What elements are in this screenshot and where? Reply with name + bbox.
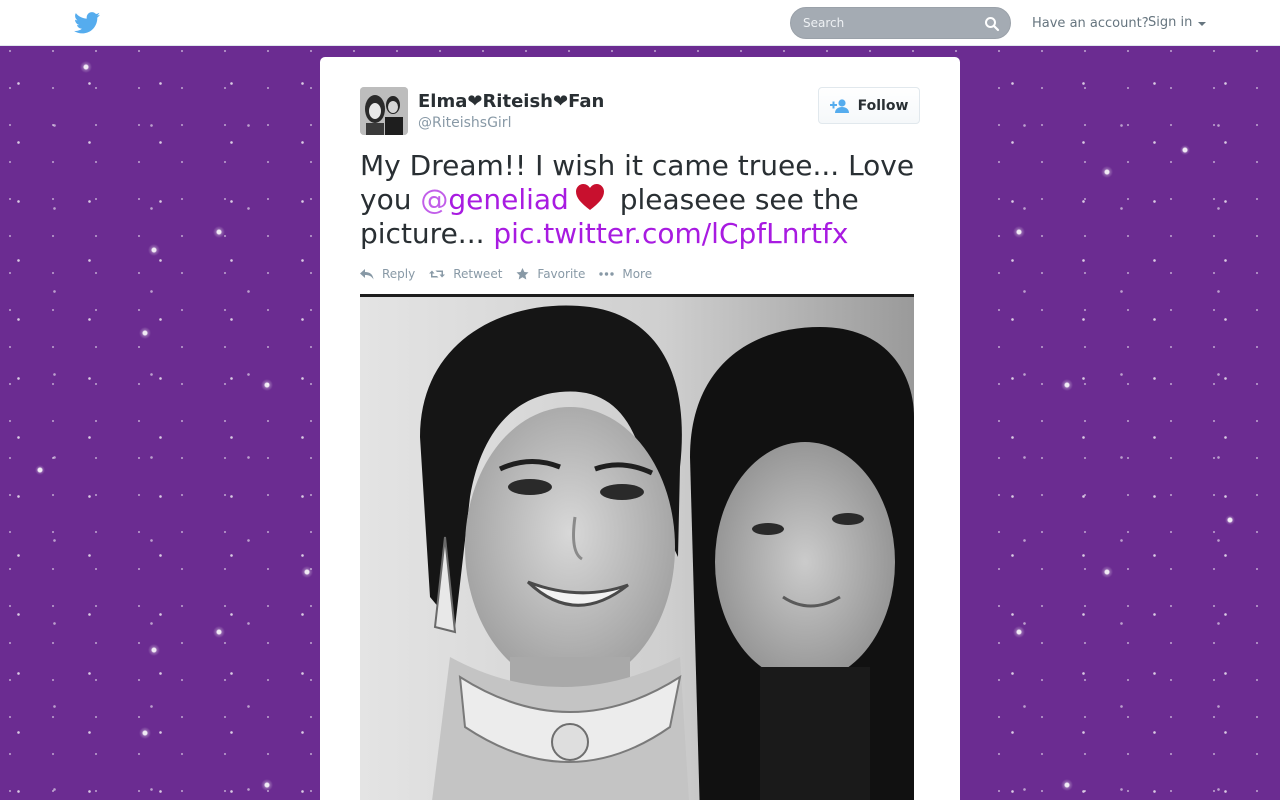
star-icon [516, 268, 529, 280]
more-label: More [622, 267, 653, 281]
mention-link[interactable]: @geneliad [420, 183, 568, 216]
tweet-text: My Dream!! I wish it came truee... Love … [360, 149, 930, 251]
twitter-bird-icon[interactable] [74, 12, 100, 34]
mention-at: @ [420, 183, 449, 216]
tweet-photo[interactable] [360, 294, 914, 800]
retweet-icon [429, 270, 446, 278]
have-account-label: Have an account? [1032, 16, 1149, 31]
mention-name: geneliad [448, 183, 569, 216]
photo-image [360, 297, 914, 800]
tweet-card: Elma❤Riteish❤Fan @RiteishsGirl Follow My… [320, 57, 960, 800]
caret-down-icon [1198, 21, 1207, 26]
reply-icon [360, 269, 374, 280]
add-user-icon [829, 98, 849, 113]
avatar[interactable] [360, 87, 408, 135]
ellipsis-icon [599, 272, 615, 276]
display-name[interactable]: Elma❤Riteish❤Fan [418, 91, 604, 112]
retweet-button[interactable]: Retweet [429, 267, 502, 281]
search-icon[interactable] [984, 16, 1000, 32]
favorite-button[interactable]: Favorite [516, 267, 585, 281]
more-button[interactable]: More [599, 267, 652, 281]
search-input[interactable] [791, 8, 1010, 38]
avatar-image [360, 87, 408, 135]
username[interactable]: @RiteishsGirl [418, 115, 511, 131]
search-box [790, 7, 1011, 39]
favorite-label: Favorite [537, 267, 586, 281]
sign-in-label: Sign in [1148, 15, 1193, 30]
retweet-label: Retweet [453, 267, 503, 281]
reply-label: Reply [382, 267, 416, 281]
media-link[interactable]: pic.twitter.com/lCpfLnrtfx [493, 217, 848, 250]
reply-button[interactable]: Reply [360, 267, 415, 281]
sign-in-dropdown[interactable]: Sign in [1148, 15, 1207, 30]
tweet-actions: Reply Retweet Favorite More [360, 267, 652, 281]
top-bar: Have an account? Sign in [0, 0, 1280, 46]
follow-button[interactable]: Follow [818, 87, 920, 124]
follow-label: Follow [857, 97, 909, 114]
heart-icon [575, 184, 604, 210]
